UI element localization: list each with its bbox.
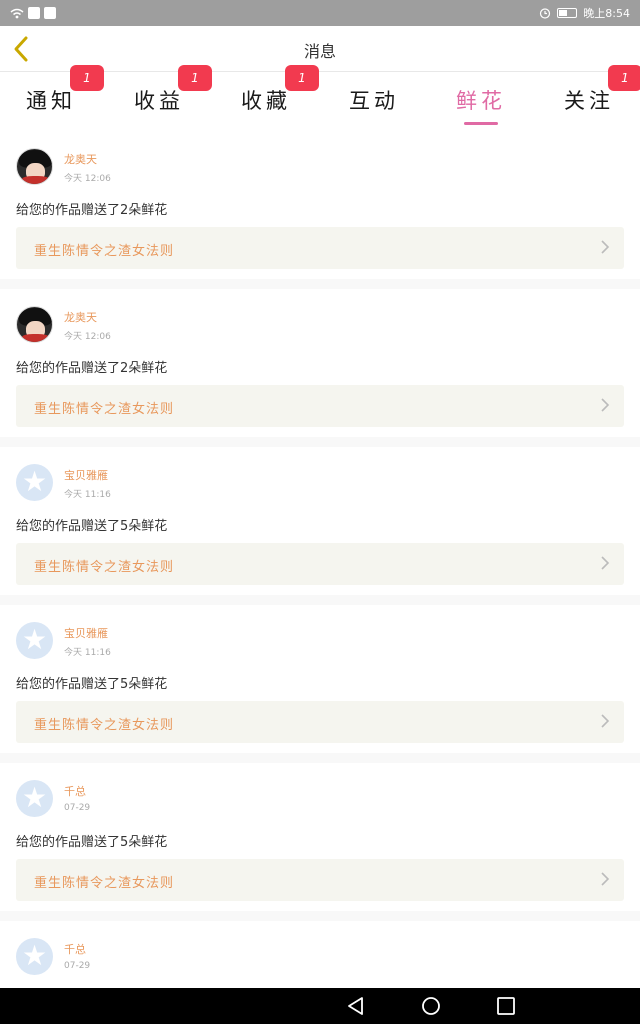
timestamp: 07-29 xyxy=(64,961,91,971)
timestamp: 07-29 xyxy=(64,803,91,813)
wifi-icon xyxy=(10,8,24,18)
tab-interactions[interactable]: 互动 xyxy=(329,83,419,129)
chevron-right-icon xyxy=(601,398,610,412)
avatar[interactable] xyxy=(16,306,53,343)
username[interactable]: 宝贝雅雁 xyxy=(64,625,108,641)
default-avatar-star-icon: ★ xyxy=(21,623,48,656)
avatar[interactable]: ★ xyxy=(16,622,53,659)
book-title: 重生陈情令之渣女法则 xyxy=(34,560,175,575)
system-nav-bar xyxy=(0,988,640,1024)
book-title: 重生陈情令之渣女法则 xyxy=(34,244,175,259)
page-title: 消息 xyxy=(303,42,336,61)
status-left xyxy=(10,7,56,19)
book-link[interactable]: 重生陈情令之渣女法则 xyxy=(16,543,624,585)
message-feed[interactable]: 龙奥天 今天 12:06 给您的作品赠送了2朵鲜花 重生陈情令之渣女法则 龙奥天… xyxy=(0,131,640,988)
chevron-right-icon xyxy=(601,240,610,254)
book-title: 重生陈情令之渣女法则 xyxy=(34,876,175,891)
list-item: 龙奥天 今天 12:06 给您的作品赠送了2朵鲜花 重生陈情令之渣女法则 xyxy=(0,131,640,279)
default-avatar-star-icon: ★ xyxy=(21,781,48,814)
list-item: ★ 千总 07-29 xyxy=(0,921,640,988)
battery-icon xyxy=(557,8,578,18)
list-item: ★ 宝贝雅雁 今天 11:16 给您的作品赠送了5朵鲜花 重生陈情令之渣女法则 xyxy=(0,605,640,753)
avatar[interactable] xyxy=(16,148,53,185)
book-link[interactable]: 重生陈情令之渣女法则 xyxy=(16,859,624,901)
chevron-right-icon xyxy=(601,556,610,570)
message-text: 给您的作品赠送了5朵鲜花 xyxy=(16,677,168,692)
username[interactable]: 龙奥天 xyxy=(64,151,97,167)
avatar[interactable]: ★ xyxy=(16,780,53,817)
chevron-right-icon xyxy=(601,872,610,886)
list-item: ★ 千总 07-29 给您的作品赠送了5朵鲜花 重生陈情令之渣女法则 xyxy=(0,763,640,911)
tab-follows[interactable]: 1 关注 xyxy=(544,65,640,129)
back-triangle-icon[interactable] xyxy=(345,996,367,1016)
status-right: 晚上8:54 xyxy=(539,5,630,21)
list-item: ★ 宝贝雅雁 今天 11:16 给您的作品赠送了5朵鲜花 重生陈情令之渣女法则 xyxy=(0,447,640,595)
default-avatar-star-icon: ★ xyxy=(21,939,48,972)
username[interactable]: 千总 xyxy=(64,941,86,957)
timestamp: 今天 12:06 xyxy=(64,332,111,342)
tab-notifications[interactable]: 1 通知 xyxy=(6,65,104,129)
message-text: 给您的作品赠送了2朵鲜花 xyxy=(16,203,168,218)
book-link[interactable]: 重生陈情令之渣女法则 xyxy=(16,385,624,427)
tab-badge: 1 xyxy=(70,65,104,91)
chevron-right-icon xyxy=(601,714,610,728)
list-item: 龙奥天 今天 12:06 给您的作品赠送了2朵鲜花 重生陈情令之渣女法则 xyxy=(0,289,640,437)
tab-badge: 1 xyxy=(608,65,640,91)
tab-label: 鲜花 xyxy=(456,89,506,113)
tab-favorites[interactable]: 1 收藏 xyxy=(221,65,319,129)
book-title: 重生陈情令之渣女法则 xyxy=(34,402,175,417)
message-text: 给您的作品赠送了5朵鲜花 xyxy=(16,835,168,850)
home-circle-icon[interactable] xyxy=(420,996,442,1016)
status-bar: 晚上8:54 xyxy=(0,0,640,26)
book-title: 重生陈情令之渣女法则 xyxy=(34,718,175,733)
username[interactable]: 龙奥天 xyxy=(64,309,97,325)
tab-bar: 1 通知 1 收益 1 收藏 互动 鲜花 1 关注 xyxy=(0,65,640,131)
message-text: 给您的作品赠送了5朵鲜花 xyxy=(16,519,168,534)
username[interactable]: 宝贝雅雁 xyxy=(64,467,108,483)
avatar[interactable]: ★ xyxy=(16,938,53,975)
timestamp: 今天 12:06 xyxy=(64,174,111,184)
app-icon xyxy=(44,7,56,19)
tab-label: 互动 xyxy=(349,89,399,113)
tab-earnings[interactable]: 1 收益 xyxy=(114,65,212,129)
message-text: 给您的作品赠送了2朵鲜花 xyxy=(16,361,168,376)
book-link[interactable]: 重生陈情令之渣女法则 xyxy=(16,701,624,743)
avatar[interactable]: ★ xyxy=(16,464,53,501)
timestamp: 今天 11:16 xyxy=(64,490,111,500)
timestamp: 今天 11:16 xyxy=(64,648,111,658)
book-link[interactable]: 重生陈情令之渣女法则 xyxy=(16,227,624,269)
app-icon xyxy=(28,7,40,19)
status-time: 晚上8:54 xyxy=(583,7,630,20)
default-avatar-star-icon: ★ xyxy=(21,465,48,498)
tab-flowers[interactable]: 鲜花 xyxy=(436,83,526,129)
active-tab-indicator xyxy=(464,122,498,125)
username[interactable]: 千总 xyxy=(64,783,86,799)
tab-badge: 1 xyxy=(285,65,319,91)
alarm-icon xyxy=(540,8,551,19)
recents-square-icon[interactable] xyxy=(495,996,517,1016)
tab-badge: 1 xyxy=(178,65,212,91)
